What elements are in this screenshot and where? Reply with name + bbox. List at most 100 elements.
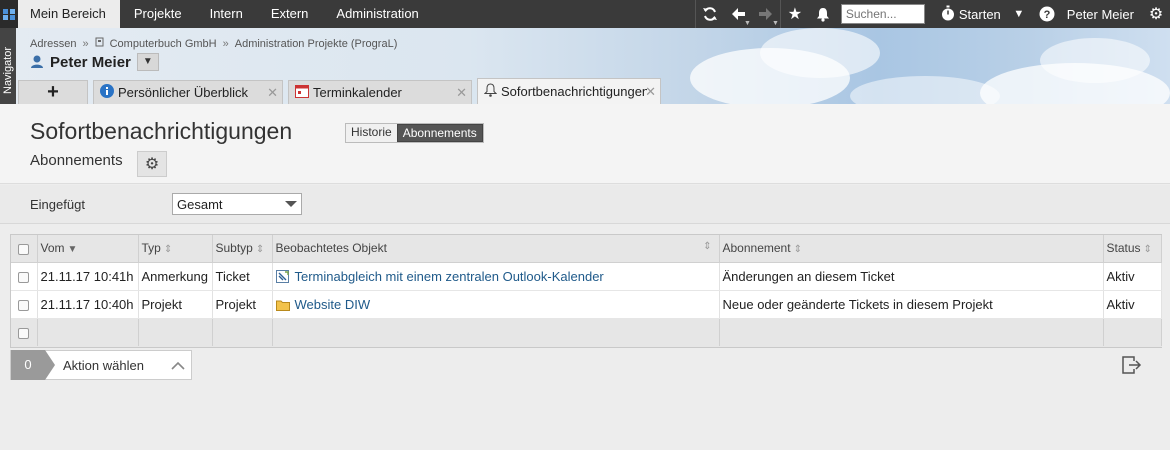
table-row[interactable]: 21.11.17 10:41h Anmerkung Ticket Termina… bbox=[11, 262, 1162, 291]
tab-label: Persönlicher Überblick bbox=[118, 85, 249, 100]
bell-icon bbox=[483, 83, 498, 100]
column-label: Beobachtetes Objekt bbox=[275, 241, 387, 256]
breadcrumb-item[interactable]: Adressen bbox=[30, 38, 76, 50]
filter-select[interactable]: Gesamt bbox=[172, 193, 302, 215]
action-label: Aktion wählen bbox=[63, 357, 144, 373]
breadcrumb-item[interactable]: Administration Projekte (PrograL) bbox=[235, 38, 398, 50]
selected-count-badge: 0 bbox=[11, 350, 55, 380]
tab-bar: + Persönlicher Überblick ✕ Terminkalende… bbox=[18, 78, 666, 104]
chevron-down-icon: ▼ bbox=[771, 20, 779, 27]
menu-item-extern[interactable]: Extern bbox=[257, 0, 323, 28]
cell-vom: 21.11.17 10:40h bbox=[37, 290, 139, 319]
person-dropdown-button[interactable]: ▼ bbox=[136, 53, 159, 71]
tab-sofortbenachrichtigungen[interactable]: Sofortbenachrichtigungen ✕ bbox=[477, 78, 661, 104]
filter-label: Eingefügt bbox=[30, 197, 85, 212]
tab-terminkalender[interactable]: Terminkalender ✕ bbox=[288, 80, 472, 104]
menu-item-projekte[interactable]: Projekte bbox=[120, 0, 196, 28]
table-row[interactable]: 21.11.17 10:40h Projekt Projekt Website … bbox=[11, 290, 1162, 319]
footer-cell bbox=[212, 318, 273, 347]
column-header-subtyp[interactable]: Subtyp ⇕ bbox=[212, 235, 273, 263]
cell-subtyp: Ticket bbox=[212, 262, 273, 291]
title-area: Sofortbenachrichtigungen Historie Abonne… bbox=[0, 104, 1170, 184]
forward-arrow-icon[interactable]: ▼ bbox=[752, 0, 780, 28]
segment-historie[interactable]: Historie bbox=[346, 124, 397, 142]
observed-object-link[interactable]: Website DIW bbox=[295, 297, 371, 312]
filter-bar: Eingefügt Gesamt bbox=[0, 185, 1170, 224]
column-label: Status bbox=[1106, 241, 1141, 256]
close-icon[interactable]: ✕ bbox=[645, 84, 656, 100]
bulk-action-selector[interactable]: 0 Aktion wählen bbox=[10, 350, 192, 380]
segment-abonnements[interactable]: Abonnements bbox=[396, 124, 483, 142]
user-menu[interactable]: Peter Meier bbox=[1061, 7, 1142, 22]
row-checkbox[interactable] bbox=[18, 271, 30, 283]
column-label: Abonnement bbox=[722, 241, 791, 256]
footer-select-cell bbox=[11, 318, 38, 347]
menu-item-mein-bereich[interactable]: Mein Bereich bbox=[18, 0, 120, 28]
main-content: Sofortbenachrichtigungen Historie Abonne… bbox=[0, 104, 1170, 450]
breadcrumb-separator: » bbox=[82, 37, 89, 50]
breadcrumb-item[interactable]: Computerbuch GmbH bbox=[110, 38, 217, 50]
close-icon[interactable]: ✕ bbox=[456, 85, 467, 101]
footer-checkbox[interactable] bbox=[18, 327, 30, 339]
refresh-icon[interactable] bbox=[696, 0, 724, 28]
table-footer-row bbox=[11, 318, 1162, 347]
row-select-cell bbox=[11, 262, 38, 291]
sort-icon: ⇕ bbox=[163, 244, 173, 256]
column-label: Typ bbox=[141, 241, 161, 256]
column-header-objekt[interactable]: Beobachtetes Objekt ⇕ bbox=[272, 235, 720, 263]
search-input[interactable] bbox=[840, 4, 925, 24]
chevron-up-icon bbox=[165, 357, 191, 373]
star-icon[interactable]: ★ bbox=[781, 0, 809, 28]
sort-icon: ⇕ bbox=[255, 244, 265, 256]
current-person: Peter Meier ▼ bbox=[30, 53, 159, 71]
column-header-vom[interactable]: Vom ▼ bbox=[37, 235, 139, 263]
observed-object-link[interactable]: Terminabgleich mit einem zentralen Outlo… bbox=[295, 269, 604, 284]
tab-label: Terminkalender bbox=[313, 85, 402, 100]
cell-objekt: Terminabgleich mit einem zentralen Outlo… bbox=[272, 262, 720, 291]
row-checkbox[interactable] bbox=[18, 299, 30, 311]
cell-abonnement: Neue oder geänderte Tickets in diesem Pr… bbox=[719, 290, 1104, 319]
start-label: Starten bbox=[958, 6, 1001, 22]
breadcrumb-separator: » bbox=[222, 37, 229, 50]
menu-item-intern[interactable]: Intern bbox=[196, 0, 257, 28]
cell-status: Aktiv bbox=[1103, 262, 1162, 291]
gear-icon: ⚙ bbox=[144, 156, 160, 173]
column-label: Vom bbox=[40, 241, 65, 256]
tab-persoenlicher-ueberblick[interactable]: Persönlicher Überblick ✕ bbox=[93, 80, 283, 104]
navigator-toggle[interactable]: Navigator bbox=[0, 28, 16, 104]
add-tab-button[interactable]: + bbox=[18, 80, 88, 104]
select-all-checkbox[interactable] bbox=[18, 243, 30, 255]
start-timer-button[interactable]: Starten bbox=[933, 0, 1005, 28]
column-header-typ[interactable]: Typ ⇕ bbox=[138, 235, 213, 263]
column-header-abonnement[interactable]: Abonnement ⇕ bbox=[719, 235, 1104, 263]
help-icon[interactable]: ? bbox=[1033, 0, 1061, 28]
view-switcher: Historie Abonnements bbox=[345, 123, 484, 143]
chevron-down-icon[interactable]: ▼ bbox=[1005, 8, 1033, 20]
menu-item-administration[interactable]: Administration bbox=[322, 0, 432, 28]
svg-text:?: ? bbox=[1043, 9, 1050, 21]
calendar-icon bbox=[295, 84, 309, 101]
cell-status: Aktiv bbox=[1103, 290, 1162, 319]
sort-icon: ⇕ bbox=[703, 241, 712, 253]
subscriptions-table: Vom ▼ Typ ⇕ Subtyp ⇕ Beobachtetes Objekt ⇕ A… bbox=[10, 234, 1162, 348]
footer-cell bbox=[138, 318, 213, 347]
cell-subtyp: Projekt bbox=[212, 290, 273, 319]
filter-select-value: Gesamt bbox=[177, 197, 223, 212]
gear-icon[interactable]: ⚙ bbox=[1142, 0, 1170, 28]
column-header-status[interactable]: Status ⇕ bbox=[1103, 235, 1162, 263]
back-arrow-icon[interactable]: ▼ bbox=[724, 0, 752, 28]
close-icon[interactable]: ✕ bbox=[267, 85, 278, 101]
settings-button[interactable]: ⚙ bbox=[137, 151, 167, 177]
export-icon[interactable] bbox=[1122, 356, 1144, 376]
stopwatch-icon bbox=[941, 5, 955, 24]
app-logo-icon[interactable] bbox=[0, 0, 18, 28]
cell-objekt: Website DIW bbox=[272, 290, 720, 319]
person-icon bbox=[30, 54, 44, 71]
top-navigation-bar: Mein Bereich Projekte Intern Extern Admi… bbox=[0, 0, 1170, 28]
info-icon bbox=[100, 84, 114, 101]
navigator-label: Navigator bbox=[2, 46, 14, 94]
footer-cell bbox=[37, 318, 139, 347]
bell-icon[interactable] bbox=[809, 0, 837, 28]
ticket-icon bbox=[275, 269, 290, 283]
cell-typ: Projekt bbox=[138, 290, 213, 319]
